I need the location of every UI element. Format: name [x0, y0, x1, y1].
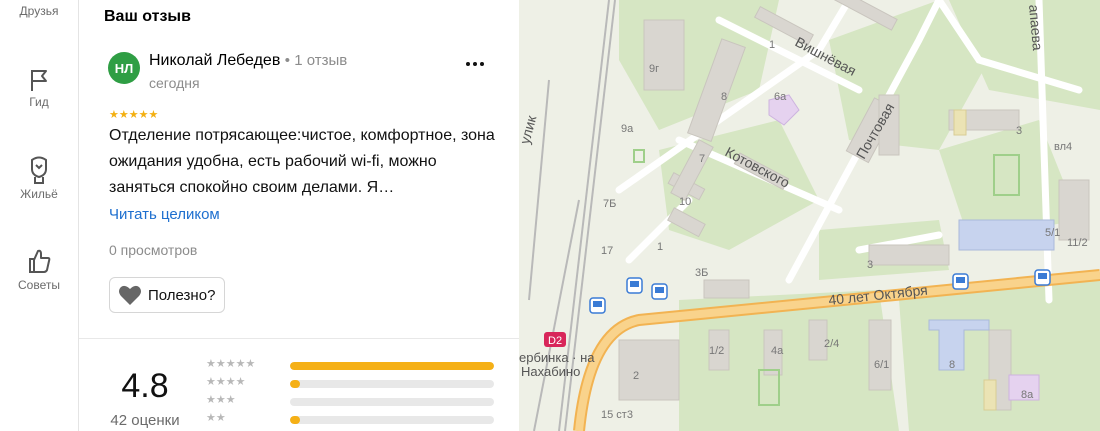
dist-stars: ★★★★ [206, 375, 246, 388]
dots-horizontal-icon [466, 62, 484, 66]
bus-stop-icon[interactable] [1034, 269, 1051, 286]
rating-dist-row: ★★★ [206, 393, 496, 408]
review-stars: ★★★★★ [109, 108, 159, 121]
section-divider [79, 338, 519, 339]
house-number: 8а [1021, 389, 1034, 401]
house-number: 10 [679, 196, 691, 208]
panel-title: Ваш отзыв [104, 8, 191, 25]
dist-stars: ★★ [206, 411, 226, 424]
helpful-label: Полезно? [148, 286, 216, 304]
nav-item-guide[interactable]: Гид [0, 67, 78, 109]
author-review-count-sep: • [284, 52, 295, 69]
ratings-count: 42 оценки [110, 412, 180, 429]
house-number: 7Б [603, 198, 616, 210]
house-number: 3 [867, 259, 873, 271]
bus-stop-icon[interactable] [589, 297, 606, 314]
dist-track [290, 416, 494, 424]
station-label[interactable]: ербинка · на [519, 350, 595, 365]
house-number: 17 [601, 245, 613, 257]
more-options-icon[interactable] [461, 54, 489, 78]
rating-dist-row: ★★★★★ [206, 357, 496, 372]
author-name[interactable]: Николай Лебедев [149, 52, 280, 69]
bus-stop-icon[interactable] [952, 273, 969, 290]
house-number: 2/4 [824, 338, 839, 350]
house-number: 15 ст3 [601, 409, 633, 421]
thumbs-up-icon [29, 249, 51, 273]
bus-stop-icon[interactable] [626, 277, 643, 294]
house-number: 8 [721, 91, 727, 103]
read-more-link[interactable]: Читать целиком [109, 206, 220, 223]
house-number: 6/1 [874, 359, 889, 371]
house-number: 5/1 [1045, 227, 1060, 239]
dist-stars: ★★★ [206, 393, 236, 406]
bus-stop-icon[interactable] [651, 283, 668, 300]
review-date: сегодня [149, 75, 200, 91]
dist-stars: ★★★★★ [206, 357, 256, 370]
map-view[interactable]: Вишнёвая Почтовая Котовского 40 лет Октя… [519, 0, 1100, 431]
heart-icon [119, 285, 141, 305]
dist-fill [290, 416, 301, 424]
dist-fill [290, 362, 494, 370]
review-panel: Ваш отзыв НЛ Николай Лебедев • 1 отзыв с… [79, 0, 519, 431]
views-count: 0 просмотров [109, 242, 198, 258]
house-number: 1/2 [709, 345, 724, 357]
dist-fill [290, 380, 301, 388]
house-number: вл4 [1054, 141, 1072, 153]
nav-label-guide: Гид [29, 95, 49, 109]
house-number: 9г [649, 63, 659, 75]
nav-item-friends[interactable]: Друзья [0, 2, 78, 18]
house-number: 1 [769, 39, 775, 51]
dist-track [290, 398, 494, 406]
author-review-count: 1 отзыв [294, 52, 348, 69]
review-text: Отделение потрясающее:чистое, комфортное… [109, 127, 495, 196]
house-number: 11/2 [1067, 237, 1088, 249]
nav-label-friends: Друзья [19, 4, 59, 18]
rating-dist-row: ★★ [206, 411, 496, 426]
house-number: 6а [774, 91, 787, 103]
author-line: Николай Лебедев • 1 отзыв [149, 52, 347, 70]
station-label[interactable]: Нахабино [521, 364, 580, 379]
nav-item-housing[interactable]: Жильё [0, 155, 78, 201]
nav-label-tips: Советы [18, 278, 60, 292]
avatar[interactable]: НЛ [108, 52, 140, 84]
house-number: 9а [621, 123, 634, 135]
housing-icon [31, 156, 47, 184]
dist-track [290, 380, 494, 388]
helpful-button[interactable]: Полезно? [109, 277, 226, 313]
house-number: 1 [657, 241, 663, 253]
house-number: 4а [771, 345, 784, 357]
house-number: 2 [633, 370, 639, 382]
route-badge-label: D2 [548, 335, 562, 347]
nav-label-housing: Жильё [20, 187, 58, 201]
nav-item-tips[interactable]: Советы [0, 246, 78, 292]
flag-icon [31, 70, 47, 91]
left-nav: Друзья Гид Жильё Советы [0, 0, 79, 431]
rating-dist-row: ★★★★ [206, 375, 496, 390]
dist-track [290, 362, 494, 370]
house-number: 8 [949, 359, 955, 371]
house-number: 3Б [695, 267, 708, 279]
house-number: 3 [1016, 125, 1022, 137]
house-number: 7 [699, 153, 705, 165]
average-rating: 4.8 [121, 367, 169, 405]
